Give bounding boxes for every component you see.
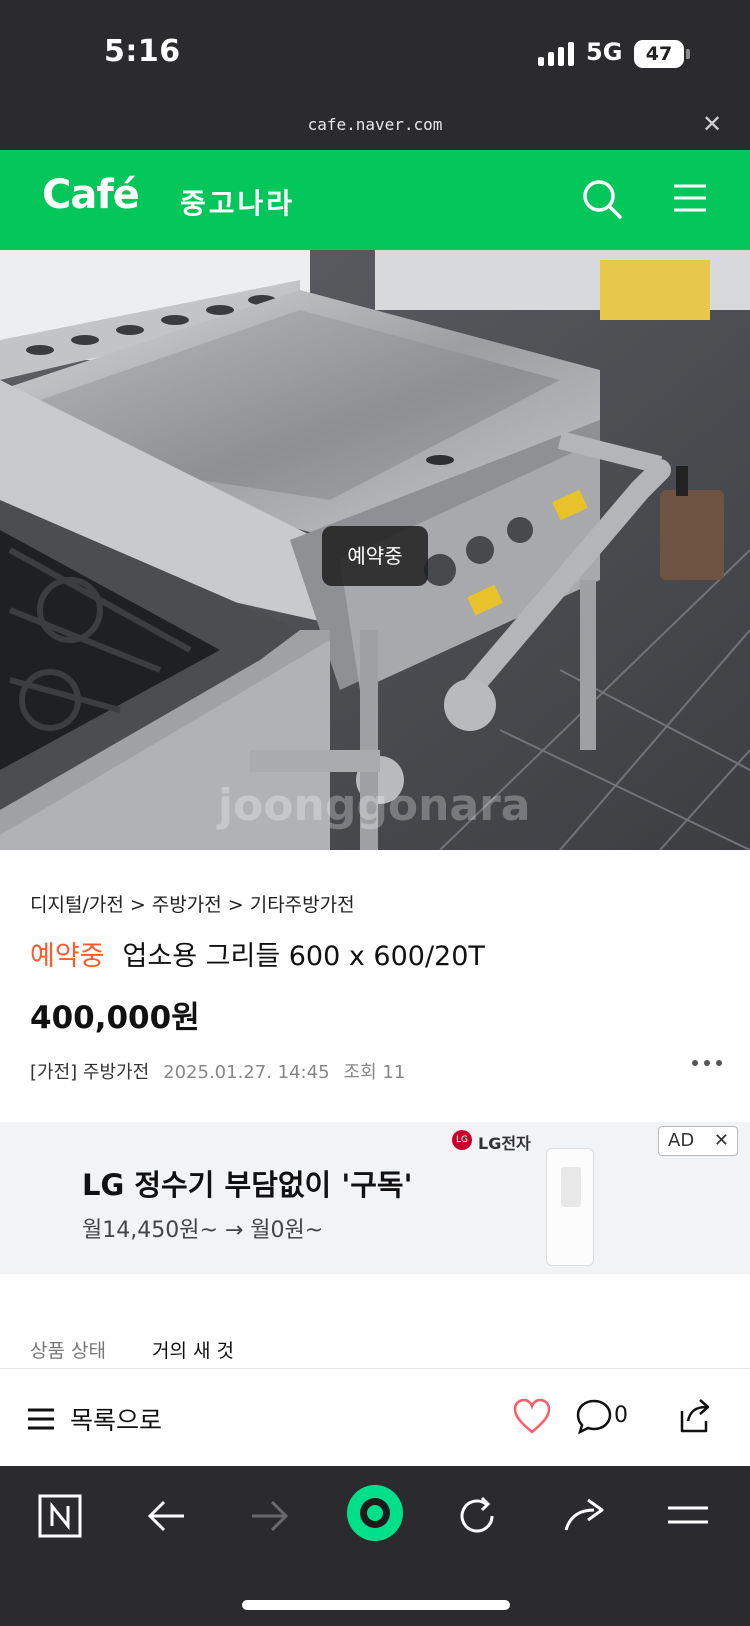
cafe-logo[interactable]: Café (42, 172, 140, 218)
url-bar[interactable]: cafe.naver.com (0, 115, 750, 134)
post-date: 2025.01.27. 14:45 (163, 1062, 330, 1083)
home-indicator (242, 1600, 510, 1610)
signal-icon (538, 42, 576, 66)
water-purifier-image (546, 1148, 594, 1266)
comment-icon[interactable] (574, 1397, 614, 1437)
condition-label: 상품 상태 (30, 1340, 106, 1362)
cafe-name[interactable]: 중고나라 (180, 182, 295, 222)
battery-tip (686, 49, 690, 59)
back-arrow-icon[interactable] (142, 1492, 190, 1540)
browser-top-bar: 5:16 5G 47 cafe.naver.com ✕ (0, 0, 750, 150)
post-meta: [가전] 주방가전 2025.01.27. 14:45 조회 11 (30, 1058, 405, 1084)
status-time: 5:16 (104, 34, 181, 69)
share-icon[interactable] (672, 1395, 714, 1437)
action-bar: 목록으로 0 (0, 1368, 750, 1466)
menu-icon[interactable] (672, 180, 708, 216)
naver-home-icon[interactable] (36, 1492, 84, 1540)
view-count: 조회 11 (343, 1062, 406, 1083)
category-breadcrumb[interactable]: 디지털/가전 > 주방가전 > 기타주방가전 (30, 890, 355, 917)
search-icon[interactable] (580, 177, 624, 221)
product-title-row: 예약중 업소용 그리들 600 x 600/20T (30, 934, 485, 973)
product-price: 400,000원 (30, 1000, 200, 1036)
refresh-icon[interactable] (454, 1492, 502, 1540)
ad-close-icon[interactable]: ✕ (714, 1127, 729, 1155)
battery-icon: 47 (634, 40, 684, 68)
ad-label: AD (668, 1130, 695, 1151)
condition-value: 거의 새 것 (152, 1340, 234, 1362)
green-dot-icon[interactable] (346, 1484, 404, 1542)
ad-title[interactable]: LG 정수기 부담없이 '구독' (82, 1162, 412, 1204)
watermark: joonggonara (218, 780, 531, 831)
forward-arrow-icon[interactable] (246, 1492, 294, 1540)
reserved-status: 예약중 (30, 941, 105, 972)
ad-brand: LG전자 (478, 1134, 531, 1153)
more-options-icon[interactable] (690, 1050, 724, 1074)
browser-toolbar (0, 1466, 750, 1626)
share-icon[interactable] (560, 1492, 608, 1540)
ad-badge[interactable]: AD ✕ (658, 1126, 738, 1156)
product-title: 업소용 그리들 600 x 600/20T (122, 941, 485, 972)
menu-icon[interactable] (664, 1492, 712, 1540)
ad-subtitle: 월14,450원~ → 월0원~ (82, 1218, 324, 1243)
lg-logo-icon: LG (452, 1130, 472, 1150)
heart-icon[interactable] (512, 1397, 552, 1437)
network-type: 5G (586, 38, 623, 66)
back-to-list-button[interactable]: 목록으로 (28, 1399, 162, 1439)
cafe-header: Café 중고나라 (0, 150, 750, 250)
back-to-list-label: 목록으로 (70, 1406, 163, 1435)
comment-count: 0 (614, 1403, 628, 1428)
board-name[interactable]: [가전] 주방가전 (30, 1062, 149, 1083)
reserved-badge: 예약중 (322, 526, 428, 586)
list-icon (28, 1408, 54, 1430)
ad-banner[interactable]: LG LG전자 AD ✕ LG 정수기 부담없이 '구독' 월14,450원~ … (0, 1122, 750, 1274)
close-icon[interactable]: ✕ (700, 112, 724, 136)
product-photo[interactable]: joonggonara 예약중 (0, 250, 750, 850)
